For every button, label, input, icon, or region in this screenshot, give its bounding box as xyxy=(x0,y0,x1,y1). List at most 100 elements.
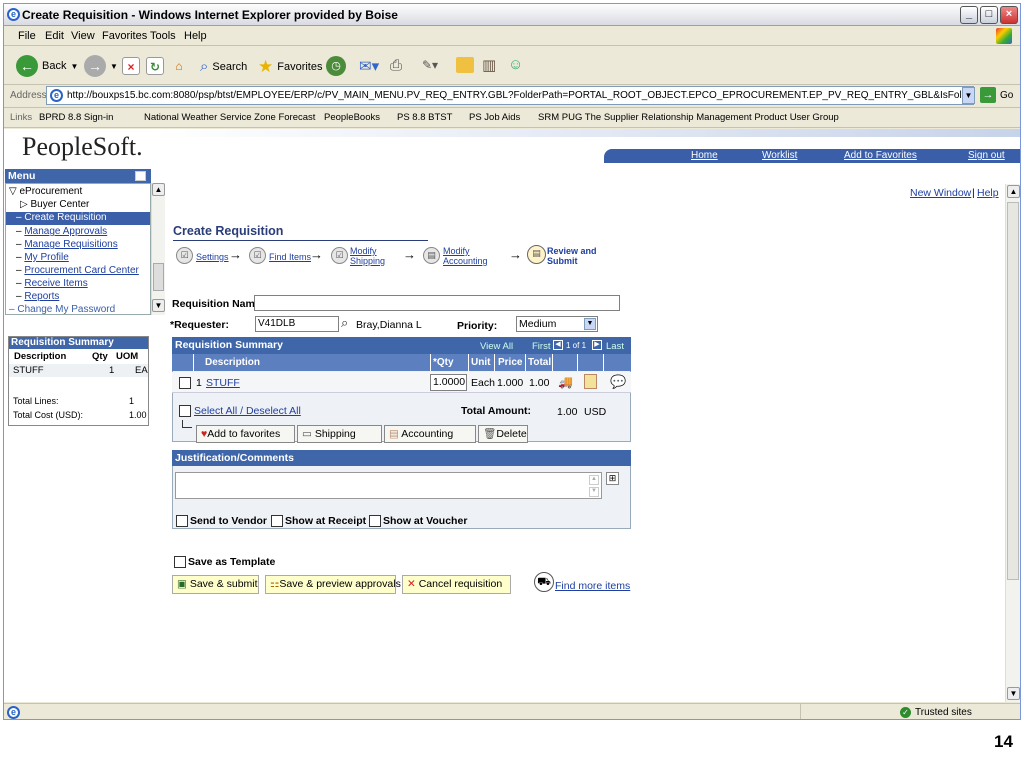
search-button[interactable]: ⌕ Search xyxy=(200,58,247,75)
edit-icon[interactable]: ✎▾ xyxy=(422,58,438,72)
menu-buyer-center[interactable]: ▷ Buyer Center xyxy=(20,199,89,210)
go-arrow-icon[interactable]: → xyxy=(980,87,996,103)
minimize-button[interactable]: _ xyxy=(960,6,978,24)
save-preview-button[interactable]: ⚏Save & preview approvals xyxy=(265,575,401,594)
grid-title: Requisition Summary xyxy=(175,339,283,351)
menu-receive-items[interactable]: – Receive Items xyxy=(16,278,88,289)
first-link[interactable]: First xyxy=(532,341,550,352)
link-weather[interactable]: National Weather Service Zone Forecast xyxy=(144,112,315,123)
select-all-checkbox[interactable] xyxy=(179,405,191,417)
menu-reports[interactable]: – Reports xyxy=(16,291,59,302)
refresh-icon[interactable]: ↻ xyxy=(146,57,164,75)
nav-add-favorites[interactable]: Add to Favorites xyxy=(844,150,917,161)
nav-home[interactable]: Home xyxy=(691,150,718,161)
menu-change-password[interactable]: – Change My Password xyxy=(9,304,115,315)
chevron-down-icon[interactable]: ▼ xyxy=(584,318,596,330)
link-srm-pug[interactable]: SRM PUG The Supplier Relationship Manage… xyxy=(538,112,839,123)
priority-select[interactable]: Medium ▼ xyxy=(516,316,598,332)
help-link[interactable]: Help xyxy=(977,187,999,199)
scroll-up-icon[interactable]: ▲ xyxy=(152,183,165,196)
print-icon[interactable]: ⎙ xyxy=(390,57,402,74)
page-scroll-up-icon[interactable]: ▲ xyxy=(1007,185,1020,198)
menu-file[interactable]: File xyxy=(18,30,36,42)
link-peoplebooks[interactable]: PeopleBooks xyxy=(324,112,380,123)
menu-manage-approvals[interactable]: – Manage Approvals xyxy=(16,226,107,237)
address-input[interactable]: e http://bouxps15.bc.com:8080/psp/btst/E… xyxy=(46,86,974,105)
back-button[interactable]: ← Back ▼ xyxy=(16,55,78,77)
menu-manage-requisitions[interactable]: – Manage Requisitions xyxy=(16,239,118,250)
scroll-down-icon[interactable]: ▼ xyxy=(152,299,165,312)
menu-favorites[interactable]: Favorites xyxy=(102,30,147,42)
next-arrow-icon[interactable]: ▶ xyxy=(592,340,602,350)
accounting-icon[interactable] xyxy=(584,374,597,389)
comment-bubble-icon[interactable]: 💬 xyxy=(610,374,626,390)
collapse-icon[interactable] xyxy=(135,171,146,181)
menu-view[interactable]: View xyxy=(71,30,95,42)
scroll-thumb[interactable] xyxy=(153,263,164,291)
peoplesoft-logo: PeopleSoft. xyxy=(22,132,143,161)
history-icon[interactable]: ◷ xyxy=(326,56,346,76)
step-modify-shipping[interactable]: Modify Shipping xyxy=(350,246,385,266)
lookup-search-icon[interactable]: ⌕ xyxy=(341,315,348,331)
qty-input[interactable]: 1.0000 xyxy=(430,374,467,391)
stop-icon[interactable]: × xyxy=(122,57,140,75)
link-ps-btst[interactable]: PS 8.8 BTST xyxy=(397,112,452,123)
messenger-icon[interactable]: ☺ xyxy=(508,56,523,73)
step-find-items[interactable]: Find Items xyxy=(269,252,311,262)
folder-icon[interactable] xyxy=(456,57,474,73)
add-to-favorites-button[interactable]: ♥Add to favorites xyxy=(196,425,295,443)
menu-tools[interactable]: Tools xyxy=(150,30,176,42)
link-bprd[interactable]: BPRD 8.8 Sign-in xyxy=(39,112,113,123)
show-at-receipt-checkbox[interactable] xyxy=(271,515,283,527)
menu-create-requisition[interactable]: – Create Requisition xyxy=(6,212,150,225)
research-icon[interactable]: ▥ xyxy=(482,56,496,74)
step-modify-accounting[interactable]: Modify Accounting xyxy=(443,246,488,266)
justification-title: Justification/Comments xyxy=(172,450,631,466)
page-scroll-thumb[interactable] xyxy=(1007,202,1019,580)
prev-arrow-icon[interactable]: ◀ xyxy=(553,340,563,350)
link-job-aids[interactable]: PS Job Aids xyxy=(469,112,520,123)
menu-edit[interactable]: Edit xyxy=(45,30,64,42)
go-button[interactable]: Go xyxy=(1000,90,1013,101)
cart-icon[interactable]: ⛟ xyxy=(534,572,554,592)
expand-textarea-icon[interactable]: ⊞ xyxy=(606,472,619,485)
mail-icon[interactable]: ✉▾ xyxy=(359,57,379,75)
comments-textarea[interactable]: ▲ ▼ xyxy=(175,472,602,499)
new-window-link[interactable]: New Window xyxy=(910,187,971,199)
menu-help[interactable]: Help xyxy=(184,30,207,42)
step-settings[interactable]: Settings xyxy=(196,252,229,262)
nav-worklist[interactable]: Worklist xyxy=(762,150,797,161)
close-button[interactable]: × xyxy=(1000,6,1018,24)
menu-eprocurement[interactable]: ▽ eProcurement xyxy=(9,186,82,197)
menu-scrollbar[interactable]: ▲ ▼ xyxy=(151,183,165,315)
save-as-template-checkbox[interactable] xyxy=(174,556,186,568)
page-scroll-down-icon[interactable]: ▼ xyxy=(1007,687,1020,700)
checkmark-icon: ✓ xyxy=(900,707,911,718)
requisition-name-input[interactable] xyxy=(254,295,620,311)
maximize-button[interactable]: □ xyxy=(980,6,998,24)
page-scrollbar[interactable]: ▲ ▼ xyxy=(1005,184,1020,702)
shipping-button[interactable]: ▭ Shipping xyxy=(297,425,382,443)
find-more-items-link[interactable]: Find more items xyxy=(555,580,630,592)
menu-procurement-card[interactable]: – Procurement Card Center xyxy=(16,265,139,276)
requester-input[interactable]: V41DLB xyxy=(255,316,339,332)
delete-button[interactable]: 🗑Delete xyxy=(478,425,528,443)
forward-button[interactable]: → ▼ xyxy=(84,55,118,77)
save-submit-button[interactable]: ▣ Save & submit xyxy=(172,575,259,594)
home-icon[interactable]: ⌂ xyxy=(170,57,188,75)
back-label: Back xyxy=(42,60,67,72)
nav-sign-out[interactable]: Sign out xyxy=(968,150,1005,161)
last-link[interactable]: Last xyxy=(606,341,624,352)
view-all-link[interactable]: View All xyxy=(480,341,513,352)
show-at-voucher-checkbox[interactable] xyxy=(369,515,381,527)
cancel-requisition-button[interactable]: ✕ Cancel requisition xyxy=(402,575,511,594)
line-checkbox[interactable] xyxy=(179,377,191,389)
truck-icon[interactable]: 🚚 xyxy=(558,375,573,389)
accounting-button[interactable]: ▤ Accounting xyxy=(384,425,476,443)
address-dropdown[interactable]: ▼ xyxy=(962,87,975,104)
send-to-vendor-checkbox[interactable] xyxy=(176,515,188,527)
line-description-link[interactable]: STUFF xyxy=(206,377,240,389)
menu-my-profile[interactable]: – My Profile xyxy=(16,252,69,263)
favorites-button[interactable]: ★ Favorites xyxy=(258,57,323,77)
select-all-link[interactable]: Select All / Deselect All xyxy=(194,405,301,417)
